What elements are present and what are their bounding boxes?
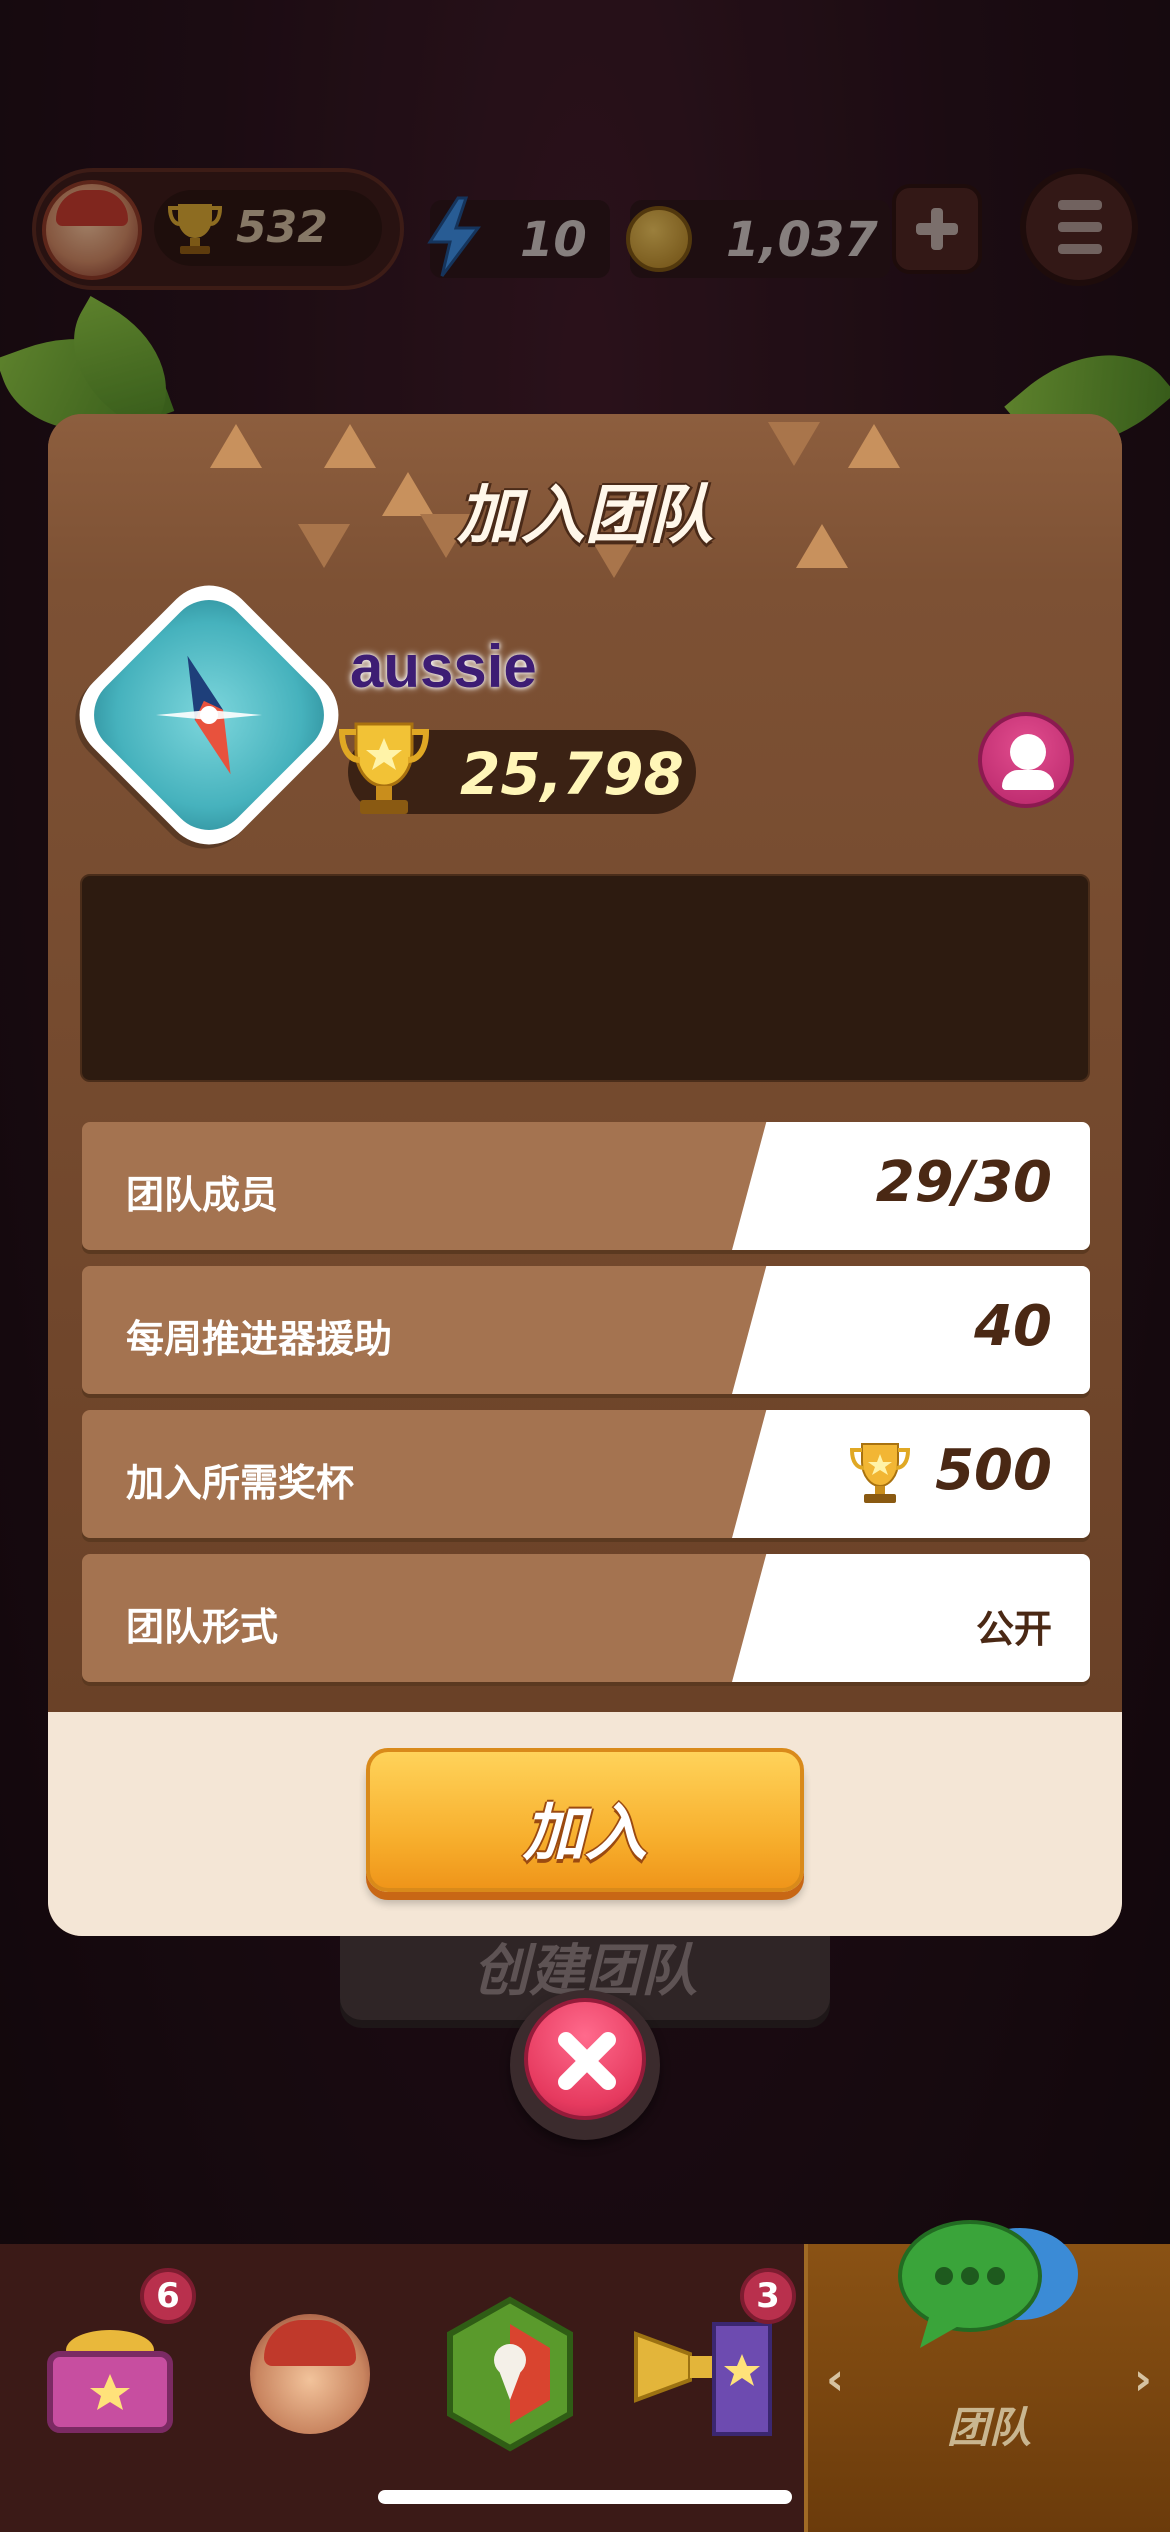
- join-button-label: 加入: [522, 1796, 647, 1869]
- join-team-button[interactable]: 加入: [366, 1748, 804, 1892]
- dialog-footer: 加入: [48, 1712, 1122, 1936]
- person-icon: [1010, 734, 1046, 770]
- team-name: aussie: [350, 633, 537, 700]
- nav-team-active[interactable]: ‹ › 团队: [804, 2220, 1170, 2532]
- info-row-label: 每周推进器援助: [126, 1317, 393, 1361]
- gold-trophy-icon: [338, 722, 430, 814]
- info-row-members: 团队成员 29/30: [82, 1122, 1090, 1250]
- info-row-label: 团队成员: [126, 1173, 279, 1217]
- close-icon: [558, 2032, 616, 2090]
- join-team-dialog: 加入团队 aussie 25,798 团队成员 29/30 每周推进器援助 40…: [48, 414, 1122, 1936]
- shop-badge: 6: [140, 2268, 196, 2324]
- chat-bubbles-icon: [898, 2220, 1078, 2348]
- info-row-label: 加入所需奖杯: [126, 1461, 355, 1505]
- info-row-label: 团队形式: [126, 1605, 279, 1649]
- team-leader-profile-button[interactable]: [978, 712, 1074, 808]
- dialog-header: 加入团队: [48, 414, 1122, 584]
- info-row-value: 500: [935, 1438, 1052, 1503]
- map-pin-shield-icon: [447, 2296, 573, 2452]
- character-avatar-icon: [250, 2314, 370, 2434]
- close-dialog-button[interactable]: [510, 1990, 660, 2140]
- nav-shop[interactable]: 6: [10, 2244, 210, 2532]
- nav-events[interactable]: 3: [610, 2244, 810, 2532]
- info-row-value: 29/30: [875, 1150, 1052, 1215]
- team-description-box: [80, 874, 1090, 1082]
- info-row-required-trophies: 加入所需奖杯 500: [82, 1410, 1090, 1538]
- team-trophy-box: 25,798: [338, 722, 696, 814]
- nav-profile[interactable]: [210, 2244, 410, 2532]
- trophy-icon: [849, 1443, 911, 1503]
- compass-icon: [156, 655, 262, 775]
- nav-map[interactable]: [410, 2244, 610, 2532]
- home-indicator[interactable]: [378, 2490, 792, 2504]
- events-badge: 3: [740, 2268, 796, 2324]
- info-row-weekly-boosters: 每周推进器援助 40: [82, 1266, 1090, 1394]
- info-row-value: 40: [974, 1294, 1052, 1359]
- info-row-team-type: 团队形式 公开: [82, 1554, 1090, 1682]
- treasure-chest-icon: [47, 2330, 173, 2433]
- trumpet-banner-icon: [634, 2322, 772, 2436]
- team-trophy-count: 25,798: [460, 740, 684, 808]
- bottom-navigation: 6 3 ‹ › 团队: [0, 2220, 1170, 2532]
- info-row-value: 公开: [975, 1607, 1052, 1651]
- nav-team-label: 团队: [946, 2403, 1031, 2452]
- dialog-title: 加入团队: [457, 479, 713, 553]
